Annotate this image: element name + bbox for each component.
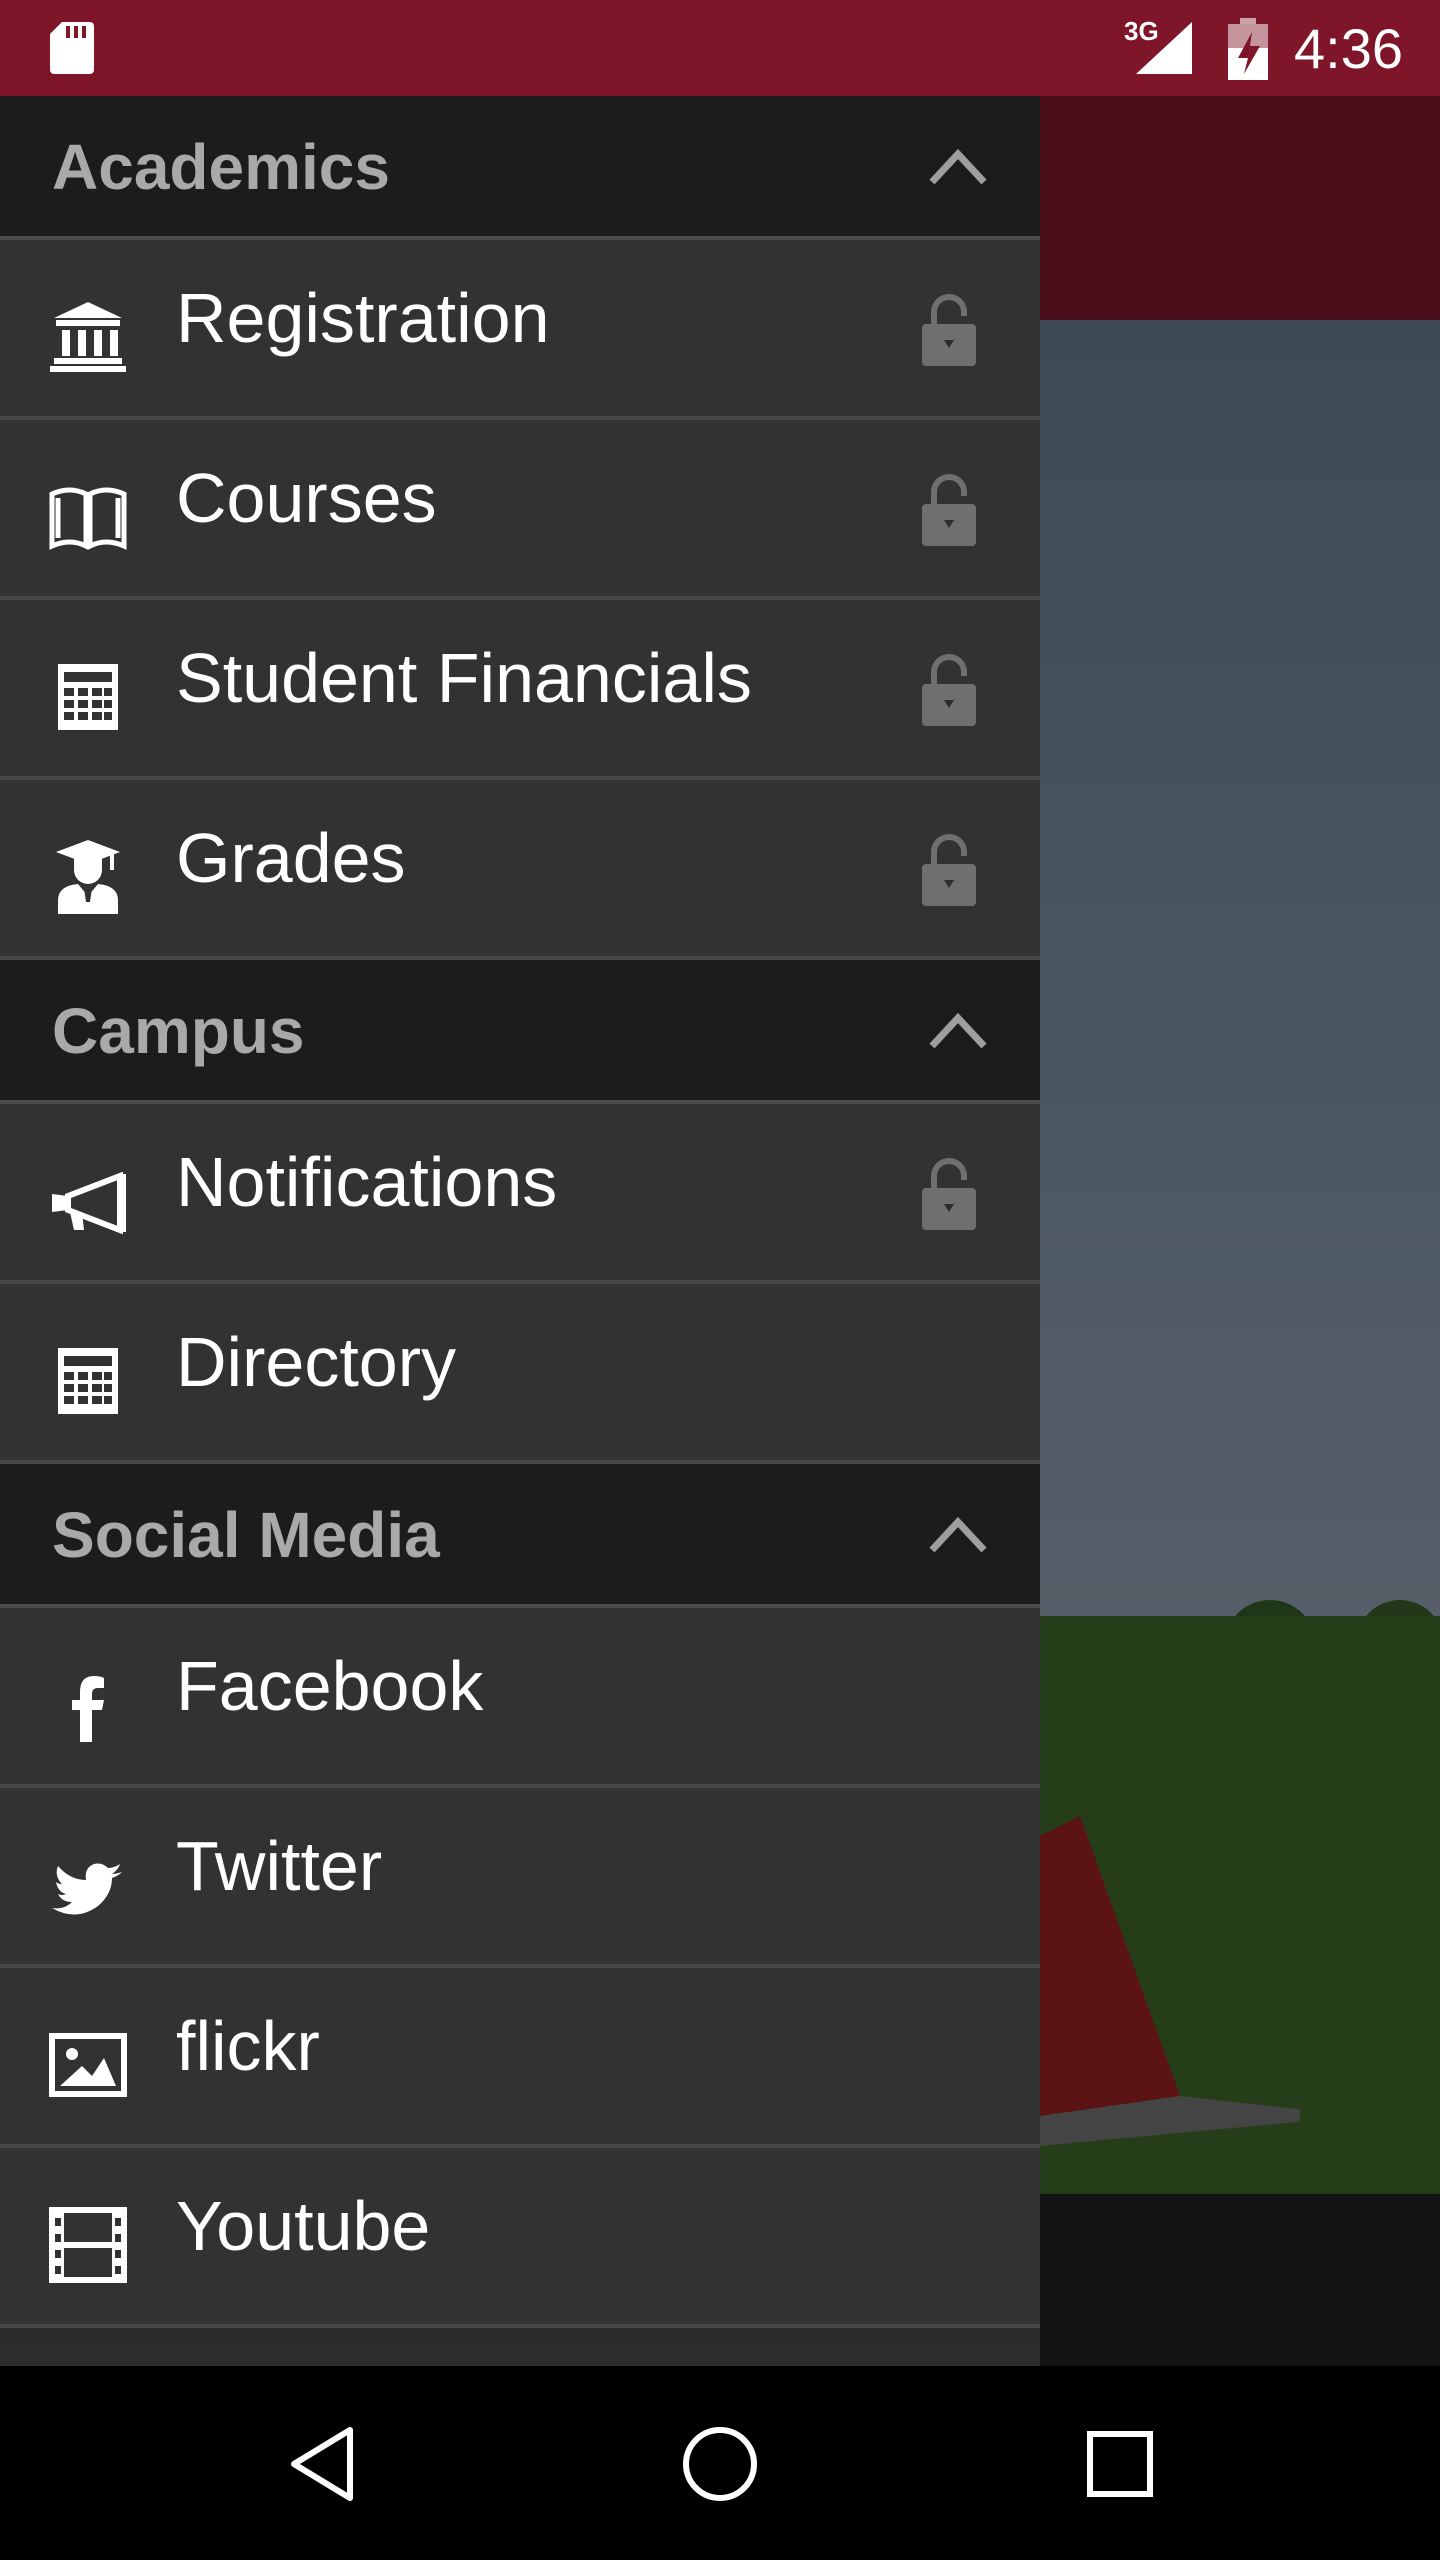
nav-item-label: Student Financials — [176, 639, 752, 717]
nav-item-student-financials[interactable]: Student Financials — [0, 600, 1040, 780]
nav-item-label: Youtube — [176, 2187, 431, 2265]
graduate-icon — [56, 840, 120, 914]
nav-item-label: Registration — [176, 279, 550, 357]
book-icon — [49, 487, 127, 551]
background-footer — [1040, 2194, 1440, 2366]
chevron-up-icon[interactable] — [928, 1512, 988, 1556]
section-title: Campus — [52, 995, 305, 1067]
clock: 4:36 — [1294, 17, 1403, 80]
drawer-next-item-edge — [0, 2328, 1040, 2348]
background-app-header — [1040, 96, 1440, 320]
nav-item-directory[interactable]: Directory — [0, 1284, 1040, 1464]
film-icon — [49, 2207, 127, 2283]
chevron-up-icon[interactable] — [928, 144, 988, 188]
nav-item-label: Grades — [176, 819, 406, 897]
nav-item-courses[interactable]: Courses — [0, 420, 1040, 600]
nav-item-label: flickr — [176, 2007, 320, 2085]
nav-item-label: Directory — [176, 1323, 457, 1401]
section-header-social-media[interactable]: Social Media — [0, 1464, 1040, 1608]
nav-item-flickr[interactable]: flickr — [0, 1968, 1040, 2148]
signal-icon — [1136, 22, 1192, 74]
back-icon[interactable] — [284, 2424, 364, 2504]
sd-card-icon — [50, 22, 94, 74]
nav-item-label: Twitter — [176, 1827, 383, 1905]
background-sculpture — [1040, 1816, 1300, 2146]
section-title: Academics — [52, 131, 390, 203]
nav-item-facebook[interactable]: Facebook — [0, 1608, 1040, 1788]
recents-icon[interactable] — [1080, 2424, 1160, 2504]
lock-icon — [922, 654, 976, 726]
twitter-icon — [52, 1863, 122, 1915]
nav-item-label: Notifications — [176, 1143, 558, 1221]
nav-item-grades[interactable]: Grades — [0, 780, 1040, 960]
nav-item-label: Facebook — [176, 1647, 484, 1725]
status-bar: 3G 4:36 — [0, 0, 1440, 96]
lock-icon — [922, 294, 976, 366]
nav-item-notifications[interactable]: Notifications — [0, 1104, 1040, 1284]
lock-icon — [922, 1158, 976, 1230]
nav-item-label: Courses — [176, 459, 437, 537]
picture-icon — [49, 2033, 127, 2097]
nav-item-twitter[interactable]: Twitter — [0, 1788, 1040, 1968]
navigation-drawer: Academics Registration Courses Student F… — [0, 96, 1040, 2366]
calculator-icon — [58, 664, 118, 730]
nav-item-youtube[interactable]: Youtube — [0, 2148, 1040, 2328]
battery-charging-icon — [1228, 18, 1268, 80]
section-header-academics[interactable]: Academics — [0, 96, 1040, 240]
calculator-icon — [58, 1348, 118, 1414]
background-app-content — [1040, 96, 1440, 2366]
lock-icon — [922, 474, 976, 546]
system-navigation-bar — [0, 2366, 1440, 2560]
facebook-icon — [72, 1676, 104, 1742]
megaphone-icon — [52, 1171, 126, 1235]
chevron-up-icon[interactable] — [928, 1008, 988, 1052]
nav-item-registration[interactable]: Registration — [0, 240, 1040, 420]
section-title: Social Media — [52, 1499, 440, 1571]
home-icon[interactable] — [680, 2424, 760, 2504]
bank-icon — [50, 302, 126, 372]
lock-icon — [922, 834, 976, 906]
background-campus-photo — [1040, 320, 1440, 1700]
section-header-campus[interactable]: Campus — [0, 960, 1040, 1104]
